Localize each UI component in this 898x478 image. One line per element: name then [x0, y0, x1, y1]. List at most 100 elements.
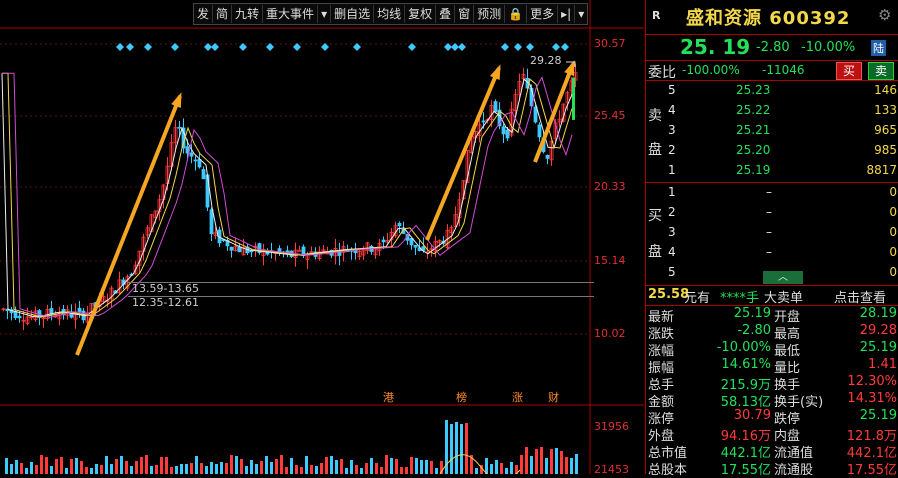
- stat-cell: -10.00%: [716, 340, 771, 355]
- volume-bar: [235, 456, 238, 474]
- volume-bar: [145, 455, 148, 474]
- volume-bar: [220, 462, 223, 474]
- stat-cell: 总股本: [648, 463, 688, 478]
- volume-bar: [375, 463, 378, 474]
- price-change: -2.80: [756, 40, 790, 55]
- volume-bar: [25, 468, 28, 474]
- candle-body: [193, 159, 198, 162]
- volume-bar: [275, 459, 278, 474]
- sell-level-5[interactable]: 5 25.23 146: [646, 81, 898, 101]
- toolbar-item[interactable]: 九转: [232, 5, 264, 23]
- signal-diamond: [408, 43, 416, 51]
- toolbar-item[interactable]: 叠: [436, 5, 456, 23]
- candle-body: [249, 250, 254, 253]
- view-details-link[interactable]: 点击查看: [834, 287, 886, 306]
- stat-cell: 28.19: [859, 306, 897, 321]
- volume-bar: [245, 466, 248, 474]
- volume-bar: [230, 455, 233, 474]
- volume-bar: [225, 463, 228, 474]
- event-marker[interactable]: 榜: [456, 389, 467, 405]
- toolbar-item[interactable]: ▾: [318, 5, 332, 23]
- stat-row: 最新 25.19 开盘 28.19: [646, 306, 898, 325]
- big-order-label: 大卖单: [764, 291, 804, 306]
- level-volume: 985: [874, 143, 897, 157]
- volume-bar: [280, 455, 283, 474]
- toolbar-item[interactable]: 更多: [527, 5, 559, 23]
- volume-bar: [505, 468, 508, 474]
- stat-row: 涨停 30.79 跌停 25.19: [646, 408, 898, 427]
- candle-body: [505, 129, 510, 139]
- signal-diamond: [526, 43, 534, 51]
- sell-orderbook: 卖 盘 5 25.23 146 4 25.22 133 3 25.21 965 2 25.20…: [646, 80, 898, 182]
- level-price: –: [766, 225, 772, 239]
- volume-bar: [90, 468, 93, 474]
- toolbar-item[interactable]: 复权: [405, 5, 437, 23]
- toolbar-item[interactable]: 均线: [374, 5, 406, 23]
- volume-bar: [270, 462, 273, 474]
- volume-bar: [500, 463, 503, 474]
- buy-button[interactable]: 买: [836, 62, 863, 80]
- volume-bar: [425, 460, 428, 474]
- sell-level-4[interactable]: 4 25.22 133: [646, 101, 898, 121]
- sell-level-3[interactable]: 3 25.21 965: [646, 121, 898, 141]
- axis-label: 10.02: [594, 327, 626, 340]
- volume-bar: [205, 466, 208, 474]
- sell-level-1[interactable]: 1 25.19 8817: [646, 161, 898, 181]
- buy-level-4[interactable]: 4 – 0: [646, 243, 898, 263]
- toolbar-item[interactable]: ▾: [575, 5, 587, 23]
- toolbar-item[interactable]: 简: [213, 5, 233, 23]
- sell-button[interactable]: 卖: [868, 62, 895, 80]
- toolbar-item[interactable]: 发: [194, 5, 214, 23]
- toolbar-item[interactable]: 窗: [455, 5, 475, 23]
- volume-bar: [5, 458, 8, 474]
- signal-diamond: [321, 43, 329, 51]
- candle-body: [189, 152, 194, 157]
- level-volume: 0: [889, 265, 897, 279]
- stat-cell: 25.19: [733, 306, 771, 321]
- volume-bar: [455, 422, 458, 474]
- stat-cell: 29.28: [859, 323, 897, 338]
- toolbar-item[interactable]: 预测: [474, 5, 506, 23]
- volume-bar: [495, 460, 498, 474]
- volume-bar: [105, 456, 108, 474]
- buy-level-3[interactable]: 3 – 0: [646, 223, 898, 243]
- sell-level-2[interactable]: 2 25.20 985: [646, 141, 898, 161]
- toolbar-item[interactable]: 删自选: [331, 5, 375, 23]
- axis-label: 30.57: [594, 37, 626, 50]
- signal-diamond: [451, 43, 459, 51]
- event-marker[interactable]: 涨: [512, 389, 523, 405]
- candlestick-chart[interactable]: 发简九转 重大事件 ▾ 删自选 均线 复权叠窗预测 🔒 更多 ▸| ▾ 30.57 25.45 2…: [0, 0, 644, 476]
- volume-bar: [300, 467, 303, 474]
- toolbar-item[interactable]: ▸|: [558, 5, 576, 23]
- buy-level-1[interactable]: 1 – 0: [646, 183, 898, 203]
- signal-diamond: [293, 43, 301, 51]
- volume-bar: [15, 460, 18, 474]
- level-volume: 0: [889, 225, 897, 239]
- axis-label: 25.45: [594, 109, 626, 122]
- buy-level-2[interactable]: 2 – 0: [646, 203, 898, 223]
- level-volume: 965: [874, 123, 897, 137]
- volume-bar: [350, 460, 353, 474]
- candle-body: [17, 315, 22, 319]
- candle-body: [545, 154, 550, 159]
- volume-bar: [95, 464, 98, 474]
- toolbar-item[interactable]: 🔒: [505, 5, 528, 23]
- stat-cell: 14.61%: [721, 357, 771, 372]
- event-marker[interactable]: 财: [548, 389, 559, 405]
- volume-bar: [385, 455, 388, 474]
- high-price-label: 29.28: [530, 54, 562, 67]
- volume-bar: [285, 467, 288, 474]
- big-order-row[interactable]: 25.58 元有 ****手 大卖单 点击查看: [646, 285, 898, 306]
- price-row: 25. 19 -2.80 -10.00% 陆: [646, 34, 898, 59]
- volume-bar: [85, 467, 88, 474]
- volume-bar: [115, 459, 118, 474]
- volume-bar: [30, 462, 33, 474]
- event-marker[interactable]: 港: [383, 389, 394, 405]
- volume-bar: [340, 459, 343, 474]
- expand-icon[interactable]: ︿: [763, 271, 803, 284]
- gear-icon[interactable]: ⚙: [878, 6, 891, 24]
- volume-bar: [155, 465, 158, 474]
- toolbar-item[interactable]: 重大事件: [263, 5, 319, 23]
- stat-cell: 12.30%: [847, 374, 897, 389]
- candle-body: [572, 77, 575, 120]
